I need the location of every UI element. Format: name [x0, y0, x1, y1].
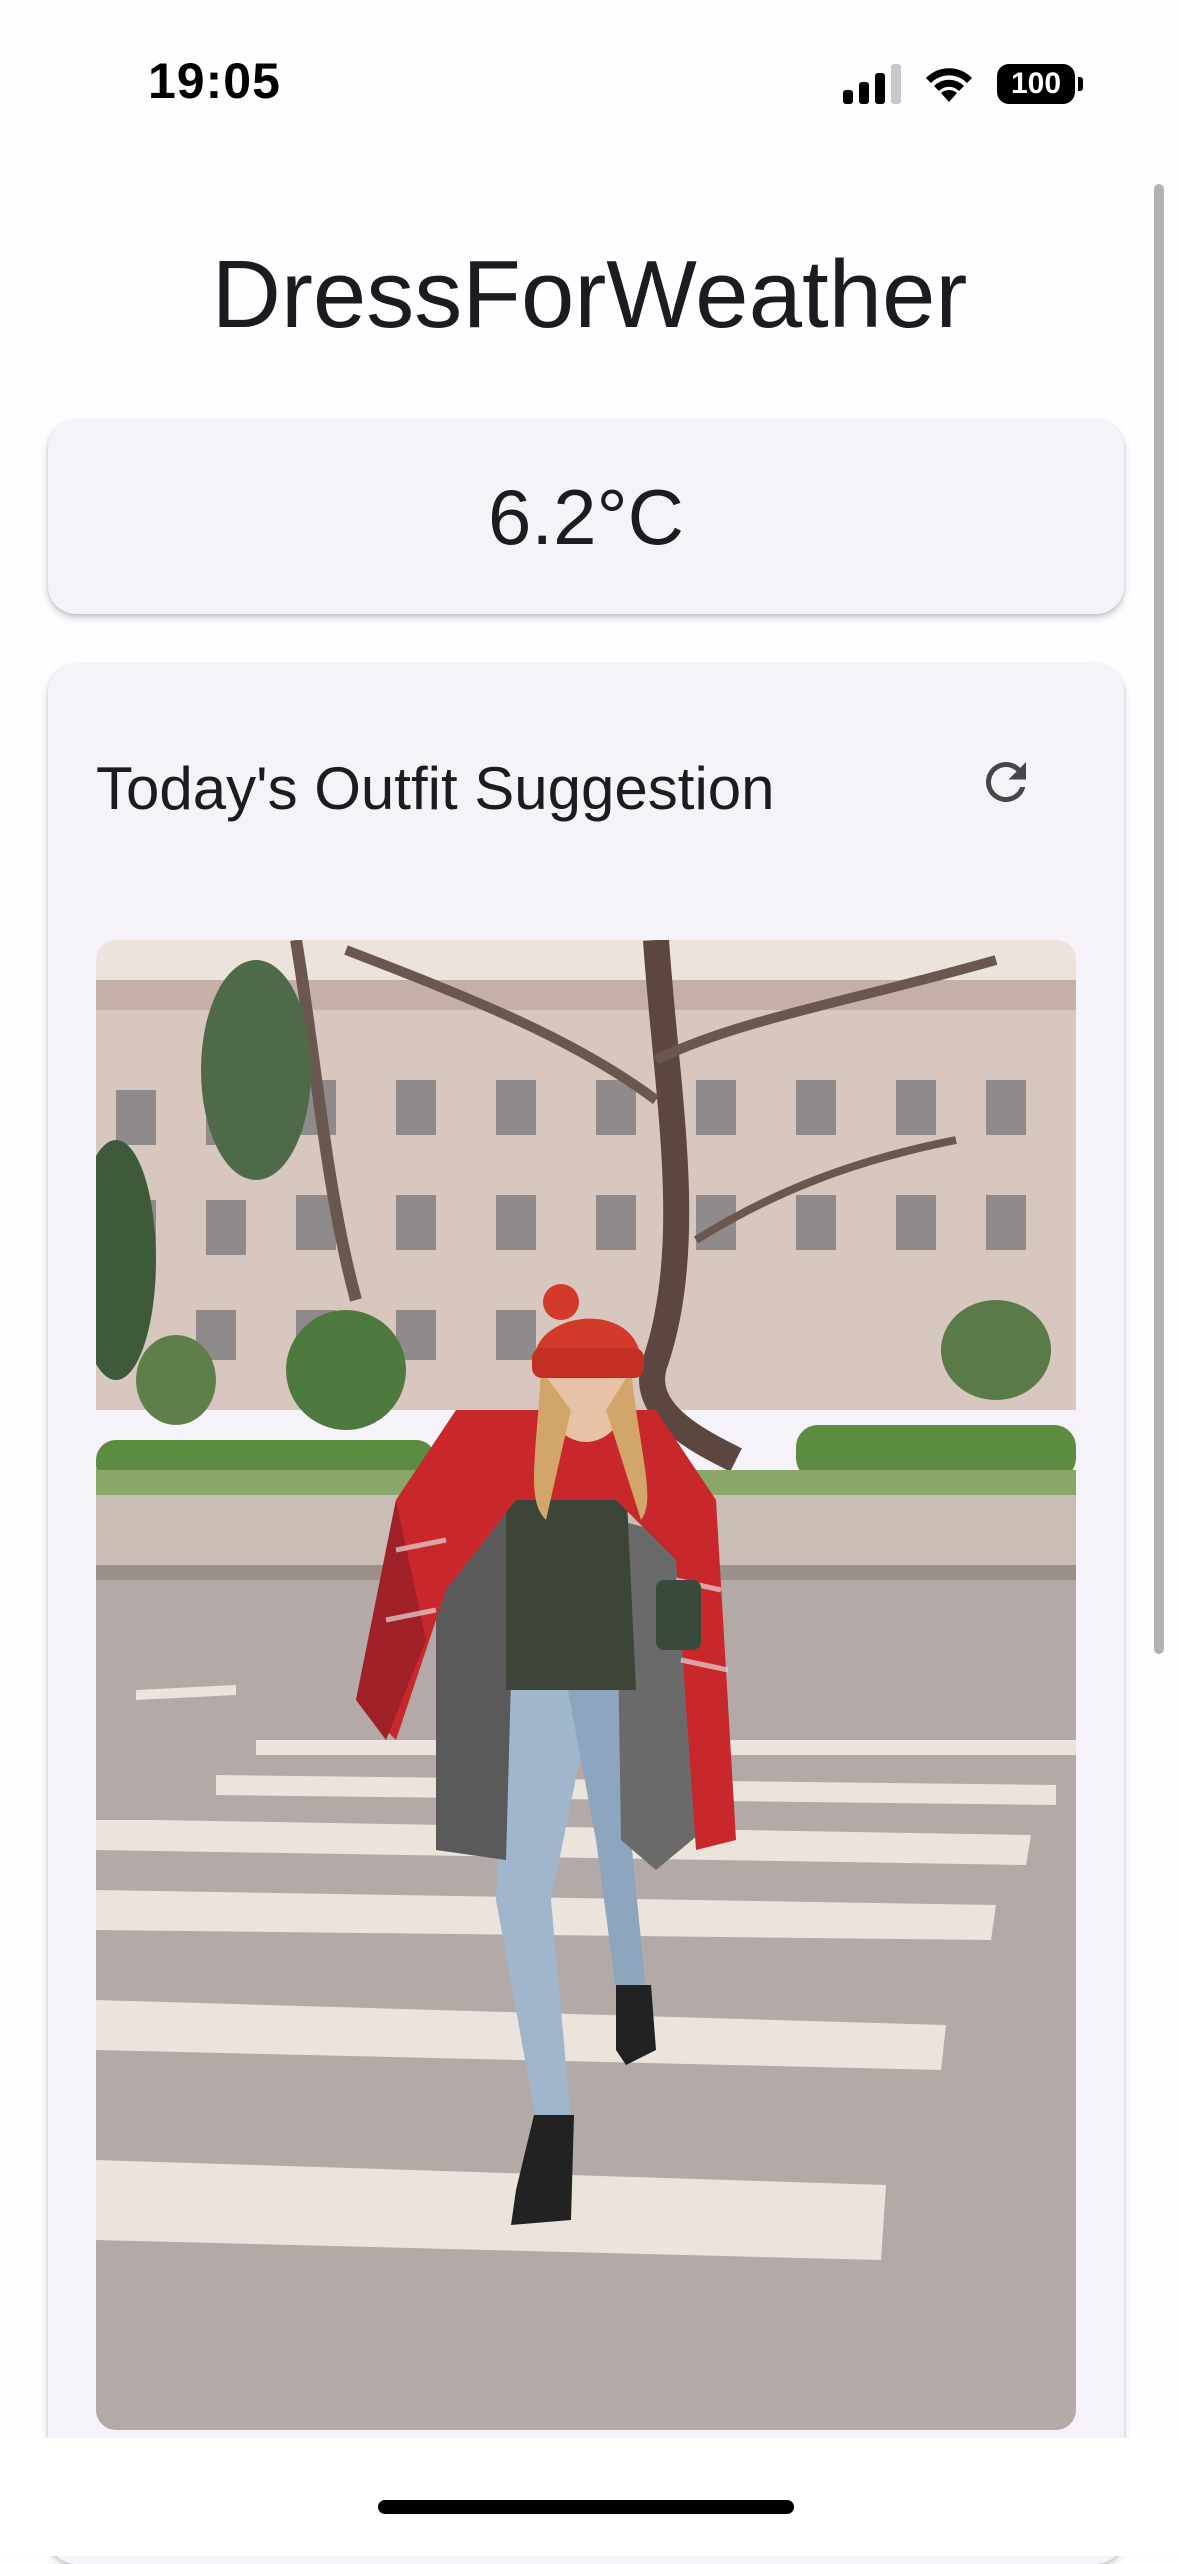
home-indicator[interactable] [378, 2500, 794, 2514]
outfit-image [96, 940, 1076, 2430]
battery-level: 100 [1010, 67, 1062, 100]
status-time: 19:05 [148, 53, 281, 109]
refresh-button[interactable] [956, 732, 1056, 832]
battery-icon: 100 [997, 64, 1083, 104]
outfit-suggestion-title: Today's Outfit Suggestion [96, 755, 775, 822]
temperature-value: 6.2°C [488, 472, 684, 561]
signal-icon [843, 64, 901, 104]
wifi-icon [926, 68, 972, 102]
outfit-suggestion-card: Today's Outfit Suggestion [48, 664, 1124, 2564]
app-title: DressForWeather [211, 241, 968, 348]
bottom-safe-area [0, 2438, 1179, 2556]
status-bar: 19:05 100 [0, 0, 1179, 170]
temperature-card: 6.2°C [48, 420, 1124, 614]
status-icons: 100 [843, 64, 1083, 104]
outfit-photo [96, 940, 1076, 2430]
refresh-icon [985, 761, 1026, 802]
scrollbar[interactable] [1154, 184, 1164, 1654]
